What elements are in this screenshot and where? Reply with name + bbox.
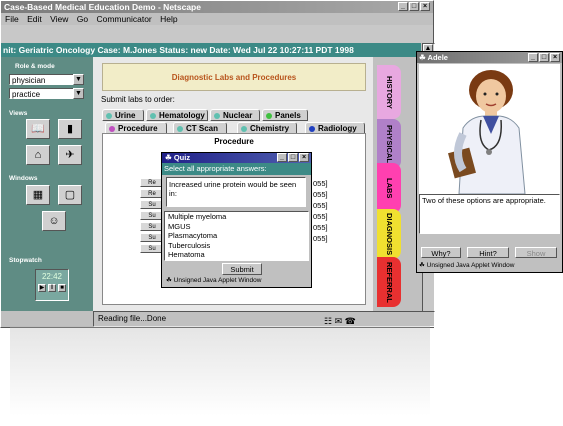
airplane-icon[interactable]: ✈ [58,145,82,165]
maximize-button[interactable]: □ [539,53,549,62]
java-icon: ☘ [166,277,172,284]
java-icon: ☘ [165,153,172,162]
tab-panels[interactable]: Panels [262,109,308,121]
status-text: Reading file...Done [98,314,167,323]
menu-view[interactable]: View [50,14,68,24]
pause-icon[interactable]: ‖ [48,284,56,292]
toolbar-strip [1,25,433,43]
stopwatch-time: 22:42 [41,272,63,281]
hint-button[interactable]: Hint? [467,247,509,258]
row-value: 055] [313,212,328,221]
tab-nuclear[interactable]: Nuclear [210,109,260,121]
applet-warning-text: Unsigned Java Applet Window [426,262,515,269]
applet-warning-text: Unsigned Java Applet Window [173,277,262,284]
row-value: 055] [313,179,328,188]
adele-message: Two of these options are appropriate. [419,194,560,234]
page-icon[interactable]: ▮ [58,119,82,139]
tab-hematology[interactable]: Hematology [146,109,208,121]
option-item[interactable]: Multiple myeloma [168,212,308,222]
main-title-bar: Case-Based Medical Education Demo - Nets… [1,1,433,13]
applet-warning: ☘ Unsigned Java Applet Window [417,261,562,271]
role-mode-label: Role & mode [15,63,55,70]
play-icon[interactable]: ▶ [38,284,46,292]
left-panel: Role & mode physician ▼ practice ▼ Views… [1,57,93,311]
minimize-button[interactable]: _ [398,2,408,11]
java-icon: ☘ [419,262,425,269]
library-icon[interactable]: ▦ [26,185,50,205]
adele-window: ☘ Adele _ □ × Two of these options are a… [416,51,563,273]
doctor-icon[interactable]: ☺ [42,211,66,231]
menu-go[interactable]: Go [77,14,88,24]
option-item[interactable]: Hematoma [168,250,308,260]
panel-title: Procedure [214,137,254,146]
home-icon[interactable]: ⌂ [26,145,50,165]
window-title: Case-Based Medical Education Demo - Nets… [4,2,201,12]
status-bar: Reading file...Done ☷ ✉ ☎ [93,311,435,327]
chevron-down-icon[interactable]: ▼ [73,88,84,99]
tab-diagnosis[interactable]: DIAGNOSIS [377,209,401,259]
close-button[interactable]: × [550,53,560,62]
page-title: Diagnostic Labs and Procedures [102,63,366,91]
maximize-button[interactable]: □ [288,153,298,162]
close-button[interactable]: × [299,153,309,162]
reflection [10,326,430,416]
side-tabs: HISTORY PHYSICAL LABS DIAGNOSIS REFERRAL [373,61,421,311]
close-button[interactable]: × [420,2,430,11]
quiz-window: ☘ Quiz _ □ × Select all appropriate answ… [161,152,312,288]
stopwatch-label: Stopwatch [9,257,42,264]
book-icon[interactable]: 📖 [26,119,50,139]
windows-label: Windows [9,175,38,182]
quiz-instruction: Select all appropriate answers: [162,163,311,175]
applet-warning: ☘ Unsigned Java Applet Window [164,276,309,286]
row-value: 055] [313,223,328,232]
show-button[interactable]: Show [515,247,557,258]
maximize-button[interactable]: □ [409,2,419,11]
chevron-down-icon[interactable]: ▼ [73,74,84,85]
minimize-button[interactable]: _ [528,53,538,62]
menu-help[interactable]: Help [160,14,177,24]
submit-prompt: Submit labs to order: [101,95,175,104]
quiz-title: Quiz [173,153,191,162]
doctor-avatar-icon [448,70,526,195]
tab-urine[interactable]: Urine [102,109,144,121]
menu-edit[interactable]: Edit [27,14,42,24]
tab-physical[interactable]: PHYSICAL [377,119,401,169]
mode-select[interactable]: practice [9,88,75,99]
option-item[interactable]: MGUS [168,222,308,232]
option-item[interactable]: Tuberculosis [168,241,308,251]
menu-bar: File Edit View Go Communicator Help [1,13,433,25]
adele-title: Adele [427,53,448,62]
case-info-bar: nit: Geriatric Oncology Case: M.Jones St… [1,43,421,57]
option-item[interactable]: Plasmacytoma [168,231,308,241]
adele-message-text: Two of these options are appropriate. [422,196,546,205]
why-button[interactable]: Why? [421,247,461,258]
quiz-title-bar: ☘ Quiz _ □ × [162,153,311,163]
stop-icon[interactable]: ■ [58,284,66,292]
stopwatch: 22:42 ▶ ‖ ■ [35,269,69,301]
adele-title-bar: ☘ Adele _ □ × [417,52,562,63]
row-value: 055] [313,201,328,210]
submit-button[interactable]: Submit [222,263,262,275]
tab-referral[interactable]: REFERRAL [377,257,401,307]
role-select[interactable]: physician [9,74,75,85]
window-icon[interactable]: ▢ [58,185,82,205]
java-icon: ☘ [419,53,426,62]
row-value: 055] [313,234,328,243]
quiz-question: Increased urine protein would be seen in… [166,177,306,207]
menu-file[interactable]: File [5,14,19,24]
menu-communicator[interactable]: Communicator [96,14,151,24]
quiz-options-list: Multiple myeloma MGUS Plasmacytoma Tuber… [164,211,309,261]
views-label: Views [9,110,28,117]
tab-labs[interactable]: LABS [377,163,401,213]
minimize-button[interactable]: _ [277,153,287,162]
tab-history[interactable]: HISTORY [377,65,401,119]
row-value: 055] [313,190,328,199]
